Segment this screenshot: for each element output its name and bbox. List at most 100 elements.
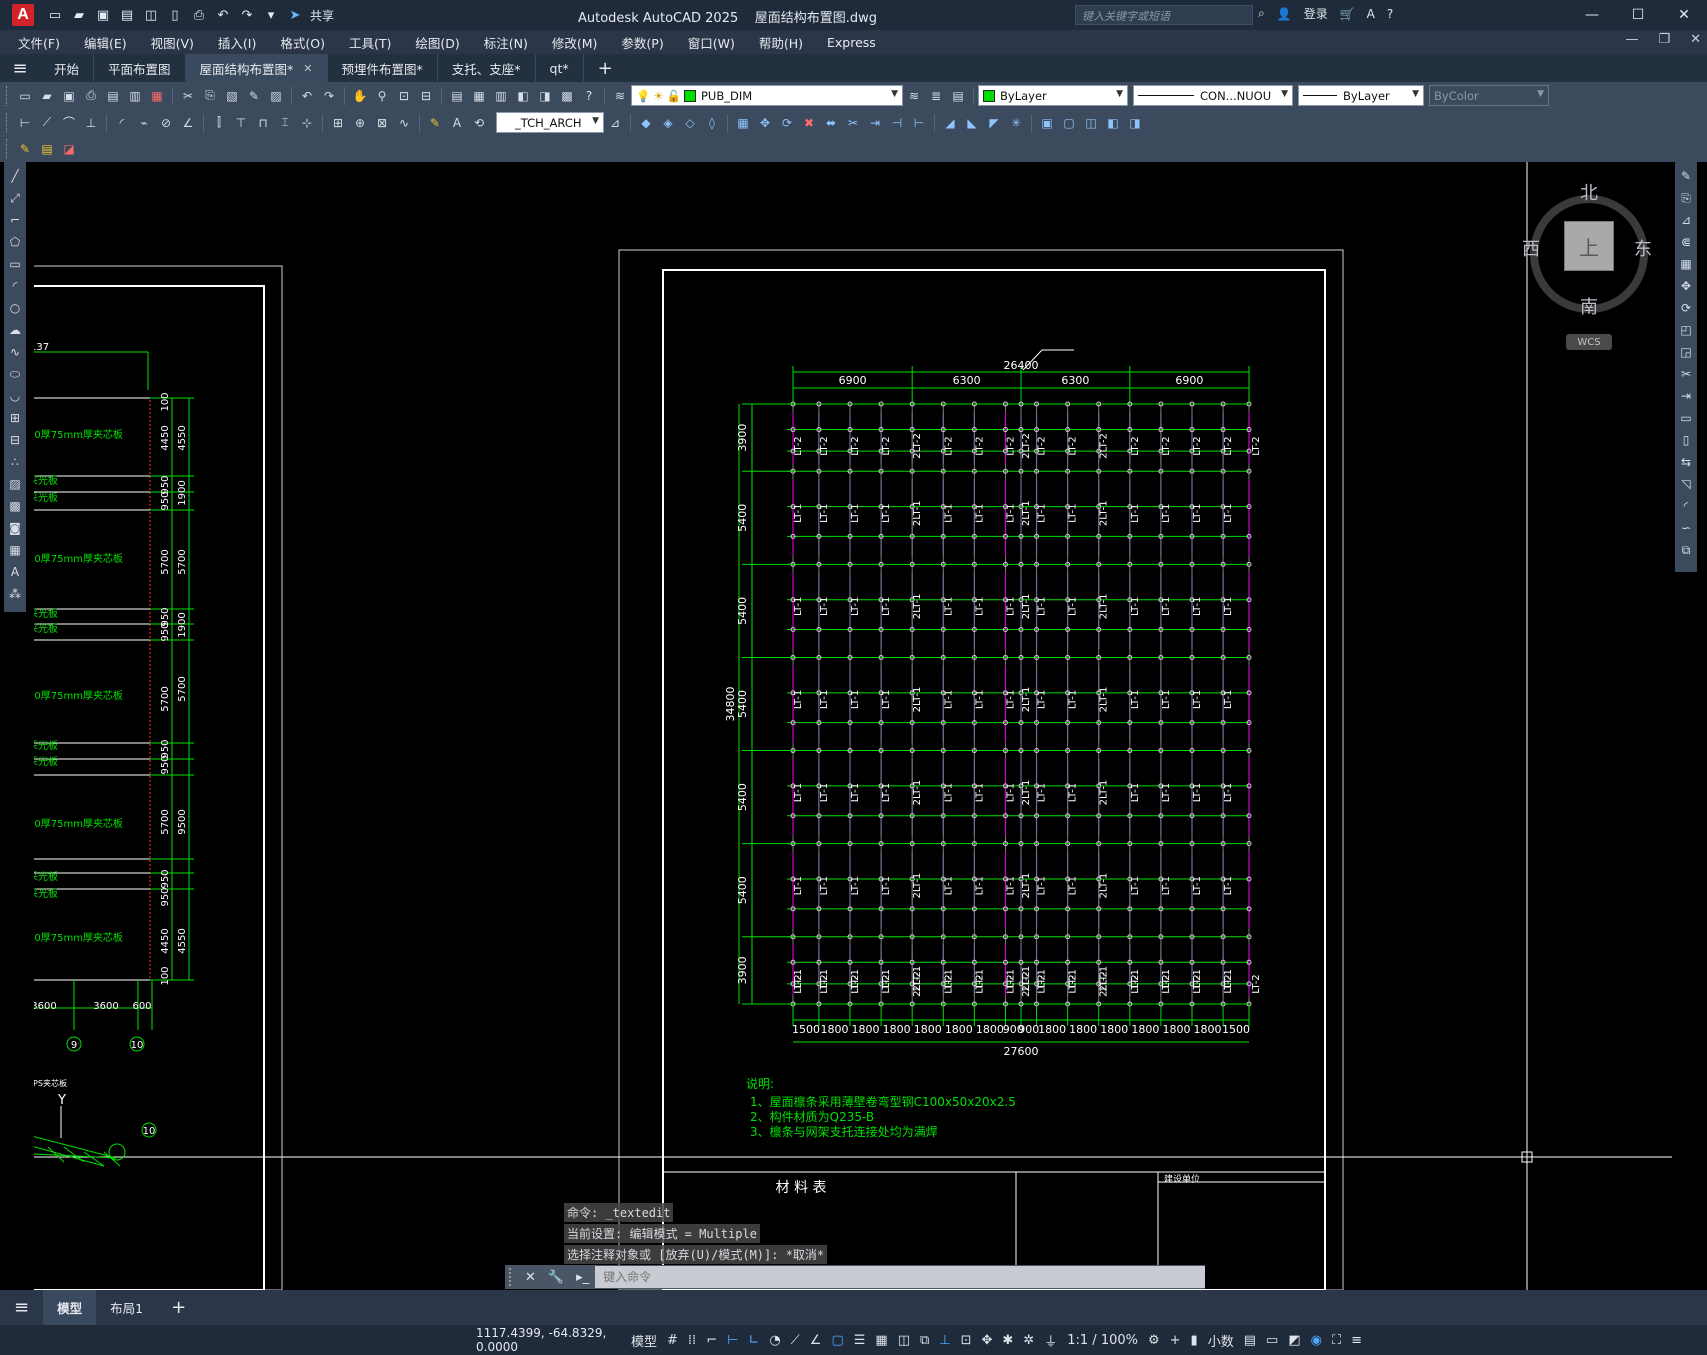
angular-dim-icon[interactable]: ∠ [178, 113, 198, 133]
wcs-menu[interactable]: WCS [1566, 334, 1612, 350]
snap-icon[interactable]: ⁞⁞ [688, 1333, 696, 1348]
markup-icon[interactable]: ◨ [535, 86, 555, 106]
customize-icon[interactable]: ≡ [1351, 1333, 1362, 1348]
lock-ui-icon[interactable]: ▭ [1266, 1333, 1278, 1348]
polyline-icon[interactable]: ⌐ [6, 210, 24, 230]
zoom-window-icon[interactable]: ⊡ [394, 86, 414, 106]
ellipse-icon[interactable]: ⬭ [6, 364, 24, 384]
3d-osnap-icon[interactable]: ⧉ [920, 1333, 929, 1348]
line-icon[interactable]: ╱ [6, 166, 24, 186]
tab-model[interactable]: 模型 [43, 1290, 97, 1325]
extend-icon[interactable]: ⇥ [1677, 386, 1695, 406]
revcloud-icon[interactable]: ☁ [6, 320, 24, 340]
add-selected-icon[interactable]: ⁂ [6, 584, 24, 604]
minimize-icon[interactable]: — [1569, 0, 1615, 30]
share-icon[interactable]: ➤ [286, 6, 304, 24]
zoom-realtime-icon[interactable]: ⚲ [372, 86, 392, 106]
dim-update-icon[interactable]: ⟲ [469, 113, 489, 133]
pdf-icon[interactable]: ▦ [147, 86, 167, 106]
command-line-grip[interactable] [509, 1268, 519, 1286]
block-editor-icon[interactable]: ◪ [59, 139, 79, 159]
tolerance-icon[interactable]: ⊞ [328, 113, 348, 133]
erase-icon[interactable]: ◆ [636, 113, 656, 133]
linetype-dropdown[interactable]: CON...NUOU ▼ [1133, 85, 1293, 106]
close-icon[interactable]: ✕ [525, 1270, 536, 1285]
compass-west[interactable]: 西 [1522, 235, 1540, 261]
user-icon[interactable]: 👤 [1277, 7, 1292, 21]
hatch-icon[interactable]: ▨ [6, 474, 24, 494]
quickcalc-icon[interactable]: ▩ [557, 86, 577, 106]
open-file-icon[interactable]: ▰ [70, 6, 88, 24]
lineweight-dropdown[interactable]: ByLayer ▼ [1298, 85, 1424, 106]
move-icon[interactable]: ✥ [1677, 276, 1695, 296]
search-input[interactable]: 键入关键字或短语 [1075, 5, 1253, 25]
aligned-dim-icon[interactable]: ⟋ [37, 113, 57, 133]
publish-icon[interactable]: ▥ [125, 86, 145, 106]
customize-qa-icon[interactable]: ▾ [262, 6, 280, 24]
undo-icon[interactable]: ↶ [297, 86, 317, 106]
units-icon[interactable]: ▮ [1191, 1333, 1198, 1348]
tool-palette-icon[interactable]: ▥ [491, 86, 511, 106]
auto-scale-icon[interactable]: ✲ [1023, 1333, 1034, 1348]
ellipse-arc-icon[interactable]: ◡ [6, 386, 24, 406]
fillet-icon[interactable]: ◣ [962, 113, 982, 133]
maximize-icon[interactable]: ☐ [1615, 0, 1661, 30]
menu-format[interactable]: 格式(O) [268, 33, 337, 52]
draworder-back-icon[interactable]: ▢ [1059, 113, 1079, 133]
layer-current-icon[interactable]: ≋ [904, 86, 924, 106]
rotate-icon[interactable]: ⟳ [1677, 298, 1695, 318]
dimstyle-manager-icon[interactable]: ⊿ [605, 113, 625, 133]
isolate-icon[interactable]: ◩ [1288, 1333, 1300, 1348]
undo-icon[interactable]: ↶ [214, 6, 232, 24]
grid-icon[interactable]: # [667, 1333, 678, 1348]
cart-icon[interactable]: 🛒 [1340, 7, 1355, 21]
offset-icon[interactable]: ⋐ [1677, 232, 1695, 252]
stretch-icon[interactable]: ◲ [1677, 342, 1695, 362]
dim-edit-icon[interactable]: ✎ [425, 113, 445, 133]
break-point-icon[interactable]: ▭ [1677, 408, 1695, 428]
add-layout-icon[interactable]: + [157, 1290, 200, 1325]
wrench-icon[interactable]: 🔧 [548, 1270, 564, 1285]
rotate-icon[interactable]: ⟳ [777, 113, 797, 133]
array-icon[interactable]: ▦ [1677, 254, 1695, 274]
table-icon[interactable]: ▦ [6, 540, 24, 560]
tab-plan-layout[interactable]: 平面布置图 [94, 54, 186, 82]
region-icon[interactable]: ◙ [6, 518, 24, 538]
menu-parametric[interactable]: 参数(P) [609, 33, 675, 52]
annotation-scale-icon[interactable]: ⏚ [1044, 1331, 1057, 1350]
rectangle-icon[interactable]: ▭ [6, 254, 24, 274]
compass-east[interactable]: 东 [1634, 235, 1652, 261]
quick-properties-icon[interactable]: ▤ [1244, 1333, 1256, 1348]
inspect-icon[interactable]: ⊠ [372, 113, 392, 133]
plot-icon[interactable]: ⎙ [190, 6, 208, 24]
polygon-icon[interactable]: ⬠ [6, 232, 24, 252]
doc-close-icon[interactable]: ✕ [1690, 32, 1701, 47]
join-icon[interactable]: ⊢ [909, 113, 929, 133]
extend-icon[interactable]: ⇥ [865, 113, 885, 133]
mtext-icon[interactable]: A [6, 562, 24, 582]
autodesk-icon[interactable]: A [1367, 7, 1375, 21]
diameter-dim-icon[interactable]: ⊘ [156, 113, 176, 133]
viewcube-top-face[interactable]: 上 [1564, 221, 1614, 271]
explode-icon[interactable]: ⧉ [1677, 540, 1695, 560]
gizmo-icon[interactable]: ✥ [982, 1333, 993, 1348]
copy-icon[interactable]: ⎘ [200, 86, 220, 106]
erase-icon[interactable]: ✎ [1677, 166, 1695, 186]
trim-icon[interactable]: ✂ [1677, 364, 1695, 384]
chamfer-icon[interactable]: ◹ [1677, 474, 1695, 494]
jogged-dim-icon[interactable]: ⌁ [134, 113, 154, 133]
sheet-set-icon[interactable]: ◧ [513, 86, 533, 106]
block-icon[interactable]: ▨ [266, 86, 286, 106]
search-icon[interactable]: ⌕ [1258, 6, 1265, 21]
circle-icon[interactable]: ○ [6, 298, 24, 318]
zoom-previous-icon[interactable]: ⊟ [416, 86, 436, 106]
app-menu-icon[interactable]: ≡ [0, 58, 40, 79]
transparency-icon[interactable]: ▦ [875, 1333, 887, 1348]
draworder-below-icon[interactable]: ◧ [1103, 113, 1123, 133]
toolbar-grip[interactable] [6, 112, 10, 133]
properties-icon[interactable]: ▤ [447, 86, 467, 106]
new-icon[interactable]: ▭ [15, 86, 35, 106]
fillet-icon[interactable]: ◜ [1677, 496, 1695, 516]
break-icon[interactable]: ▯ [1677, 430, 1695, 450]
insert-block-icon[interactable]: ⊞ [6, 408, 24, 428]
